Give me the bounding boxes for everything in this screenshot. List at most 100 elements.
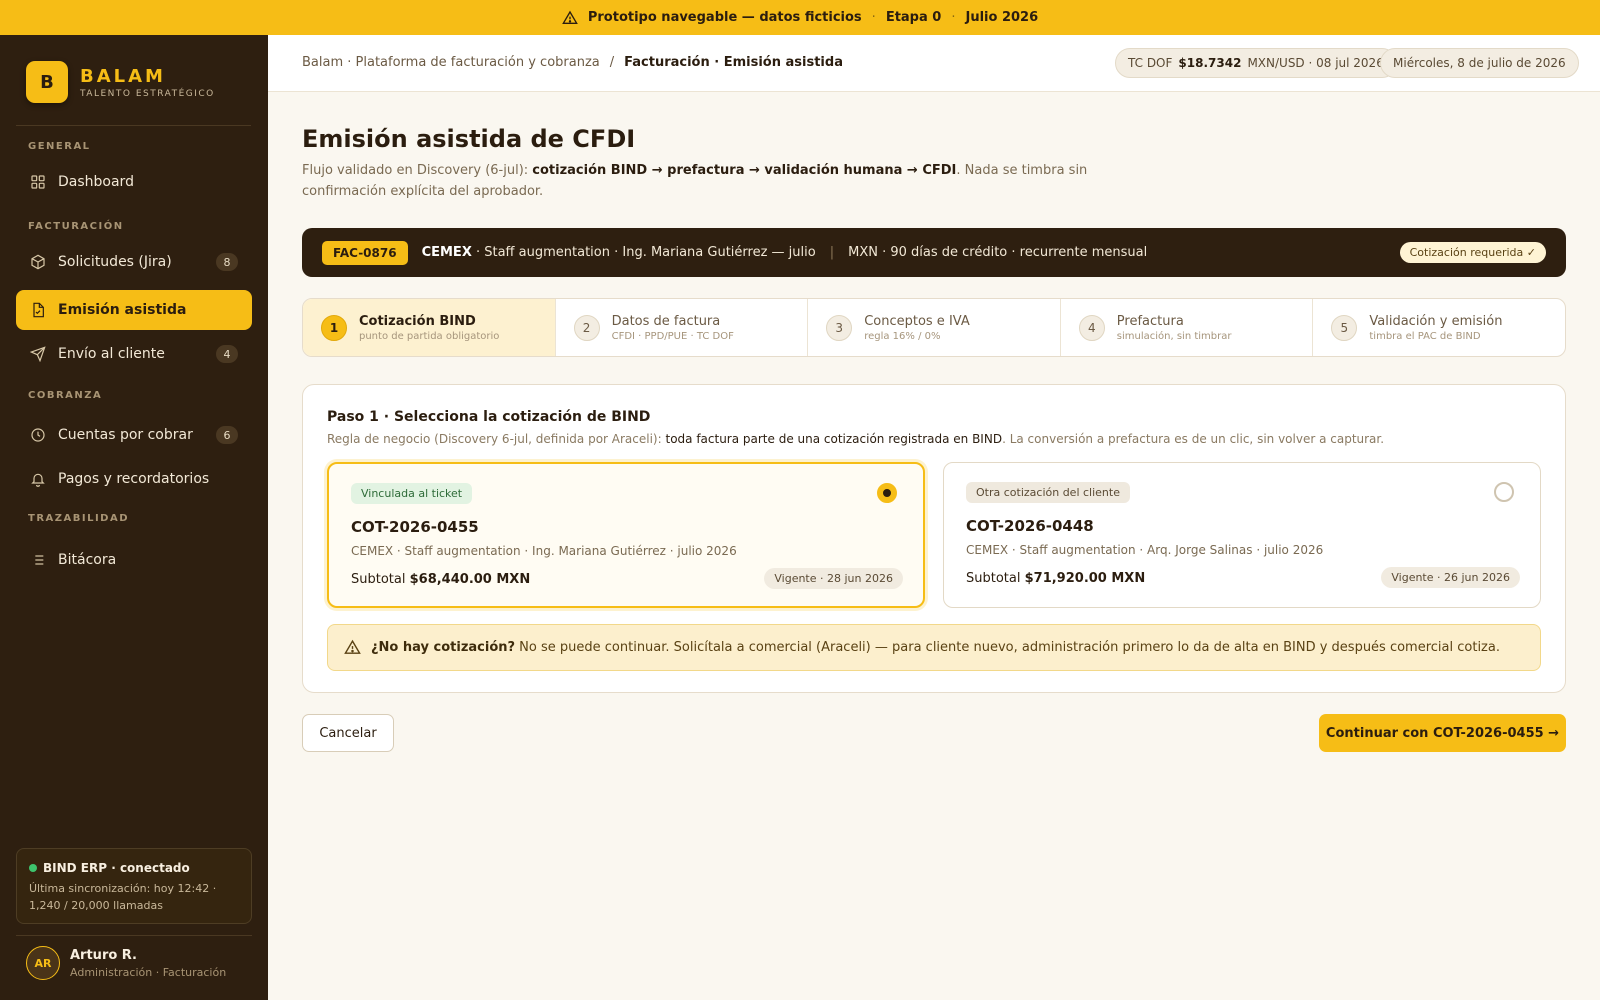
sidebar-item-label: Solicitudes (Jira)	[58, 254, 172, 270]
count-badge: 6	[216, 426, 238, 444]
sidebar-item-dashboard[interactable]: Dashboard	[16, 162, 252, 202]
divider	[16, 935, 252, 936]
quote-subtotal: Subtotal $71,920.00 MXN	[966, 571, 1145, 586]
panel-title: Paso 1 · Selecciona la cotización de BIN…	[327, 409, 651, 425]
step-prefactura[interactable]: 4 Prefactura simulación, sin timbrar	[1059, 299, 1313, 356]
user-name: Arturo R.	[70, 947, 137, 963]
avatar: AR	[26, 946, 60, 980]
quote-card-selected[interactable]: Vinculada al ticket COT-2026-0455 CEMEX …	[327, 462, 925, 608]
grid-icon	[31, 175, 45, 189]
validity-badge: Vigente · 26 jun 2026	[1381, 567, 1520, 588]
breadcrumb: Balam · Plataforma de facturación y cobr…	[302, 55, 843, 70]
user-profile[interactable]: AR Arturo R. Administración · Facturació…	[26, 946, 226, 980]
sidebar-item-emision[interactable]: Emisión asistida	[16, 290, 252, 330]
section-trazabilidad: TRAZABILIDAD	[28, 513, 130, 524]
radio-selected[interactable]	[877, 483, 897, 503]
sidebar-item-label: Envío al cliente	[58, 346, 165, 362]
sidebar-item-cuentas[interactable]: Cuentas por cobrar 6	[16, 415, 252, 455]
status-dot	[29, 864, 37, 872]
count-badge: 4	[216, 345, 238, 363]
ticket-client: CEMEX	[421, 245, 472, 260]
stepper: 1 Cotización BIND punto de partida obliga…	[302, 298, 1566, 357]
sidebar-item-pagos[interactable]: Pagos y recordatorios	[16, 459, 252, 499]
linked-tag: Vinculada al ticket	[351, 483, 473, 504]
subtitle-flow: cotización BIND → prefactura → validació…	[532, 163, 957, 178]
step-conceptos-iva[interactable]: 3 Conceptos e IVA regla 16% / 0%	[807, 299, 1060, 356]
sidebar-item-solicitudes[interactable]: Solicitudes (Jira) 8	[16, 242, 252, 282]
breadcrumb-root[interactable]: Balam · Plataforma de facturación y cobr…	[302, 55, 600, 70]
step-sublabel: simulación, sin timbrar	[1116, 330, 1232, 342]
sidebar-item-label: Bitácora	[58, 552, 117, 568]
page-title: Emisión asistida de CFDI	[302, 125, 636, 153]
step-label: Cotización BIND	[359, 313, 476, 329]
date-pill: Miércoles, 8 de julio de 2026	[1380, 48, 1579, 78]
step-datos-factura[interactable]: 2 Datos de factura CFDI · PPD/PUE · TC DO…	[554, 299, 808, 356]
ticket-desc: CEMEX · Staff augmentation · Ing. Marian…	[422, 245, 816, 260]
erp-title: BIND ERP · conectado	[29, 861, 239, 875]
step-cotizacion[interactable]: 1 Cotización BIND punto de partida obliga…	[303, 299, 555, 356]
cancel-button[interactable]: Cancelar	[302, 714, 394, 752]
quote-description: CEMEX · Staff augmentation · Ing. Marian…	[351, 544, 737, 558]
quote-id: COT-2026-0455	[351, 518, 479, 536]
step-number: 1	[321, 314, 347, 341]
sidebar-item-envio[interactable]: Envío al cliente 4	[16, 334, 252, 374]
banner-date: Julio 2026	[965, 10, 1039, 25]
sidebar-item-label: Cuentas por cobrar	[58, 427, 193, 443]
list-icon	[35, 555, 44, 565]
brand-tagline: TALENTO ESTRATÉGICO	[80, 88, 215, 99]
erp-title-text: BIND ERP · conectado	[43, 861, 190, 875]
warning-icon	[344, 639, 361, 654]
fx-label: TC DOF	[1128, 56, 1173, 70]
brand-name: BALAM	[80, 65, 166, 87]
step-label: Datos de factura	[611, 313, 721, 329]
step-sublabel: timbra el PAC de BIND	[1369, 330, 1481, 342]
step-label: Conceptos e IVA	[864, 313, 970, 329]
desc-rule: toda factura parte de una cotización reg…	[665, 432, 1003, 446]
section-facturacion: FACTURACIÓN	[28, 221, 124, 232]
erp-sync-text: Última sincronización: hoy 12:42 · 1,240…	[29, 882, 217, 912]
quote-id: COT-2026-0448	[966, 517, 1094, 535]
sidebar-item-label: Dashboard	[58, 174, 134, 190]
continue-button[interactable]: Continuar con COT-2026-0455 →	[1319, 714, 1566, 752]
prototype-banner: Prototipo navegable — datos ficticios · …	[0, 0, 1600, 35]
quote-selection-panel: Paso 1 · Selecciona la cotización de BIN…	[302, 384, 1566, 693]
current-date: Miércoles, 8 de julio de 2026	[1393, 56, 1566, 70]
subtotal-amount: $71,920.00 MXN	[1024, 571, 1146, 586]
alert-title: ¿No hay cotización?	[371, 640, 516, 655]
step-validacion-emision[interactable]: 5 Validación y emisión timbra el PAC de B…	[1312, 299, 1565, 356]
banner-separator: ·	[871, 10, 876, 25]
step-label: Prefactura	[1116, 313, 1184, 329]
banner-separator: ·	[951, 10, 956, 25]
subtotal-amount: $68,440.00 MXN	[409, 572, 531, 587]
send-icon	[30, 346, 46, 362]
radio-unselected[interactable]	[1494, 482, 1514, 502]
box-icon	[31, 254, 45, 270]
warning-icon	[562, 10, 578, 24]
banner-text: Prototipo navegable — datos ficticios	[587, 10, 862, 25]
no-quote-alert: ¿No hay cotización? No se puede continua…	[327, 624, 1541, 671]
breadcrumb-current: Facturación · Emisión asistida	[624, 55, 843, 70]
count-badge: 8	[216, 253, 238, 271]
sidebar-item-bitacora[interactable]: Bitácora	[16, 540, 252, 580]
subtotal-label: Subtotal	[351, 572, 410, 587]
step-number: 3	[826, 314, 853, 341]
requirement-badge: Cotización requerida ✓	[1399, 242, 1546, 263]
exchange-rate-pill: TC DOF $18.7342 MXN/USD · 08 jul 2026	[1115, 48, 1397, 78]
step-sublabel: regla 16% / 0%	[864, 330, 941, 342]
desc-post: . La conversión a prefactura es de un cl…	[1002, 432, 1385, 446]
step-number: 2	[573, 314, 600, 341]
other-quote-tag: Otra cotización del cliente	[966, 482, 1130, 503]
ticket-id[interactable]: FAC-0876	[322, 240, 408, 265]
bell-icon	[31, 473, 45, 487]
top-header: Balam · Plataforma de facturación y cobr…	[268, 35, 1600, 92]
ticket-detail: · Staff augmentation · Ing. Mariana Guti…	[471, 245, 816, 260]
clock-icon	[31, 428, 45, 442]
quote-card-alternative[interactable]: Otra cotización del cliente COT-2026-044…	[943, 462, 1541, 608]
ticket-summary-bar: FAC-0876 CEMEX · Staff augmentation · In…	[302, 228, 1566, 277]
panel-description: Regla de negocio (Discovery 6-jul, defin…	[327, 432, 1384, 446]
brand-logo[interactable]: B BALAM TALENTO ESTRATÉGICO	[26, 61, 215, 103]
subtitle-pre: Flujo validado en Discovery (6-jul):	[302, 163, 533, 178]
section-cobranza: COBRANZA	[28, 390, 103, 401]
alert-text: No se puede continuar. Solicítala a come…	[515, 640, 1500, 655]
quote-subtotal: Subtotal $68,440.00 MXN	[351, 572, 530, 587]
